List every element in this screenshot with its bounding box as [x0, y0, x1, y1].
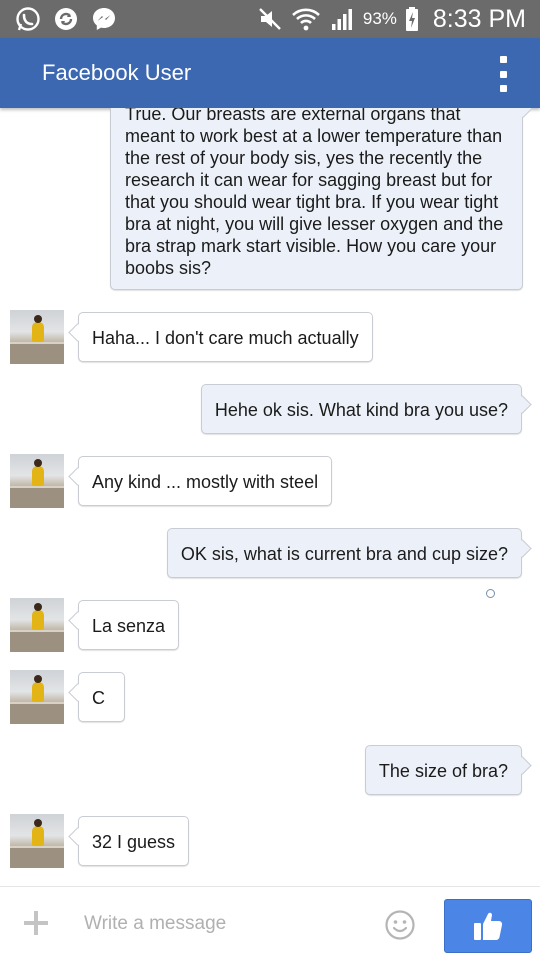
thumbs-up-icon	[474, 912, 503, 940]
mute-icon	[259, 8, 281, 30]
wifi-icon	[291, 8, 320, 31]
battery-charging-icon	[405, 7, 418, 31]
incoming-message[interactable]: Haha... I don't care much actually	[78, 312, 373, 362]
message-list[interactable]: True. Our breasts are external organs th…	[0, 108, 540, 886]
message-text: The size of bra?	[378, 761, 508, 781]
clock: 8:33 PM	[432, 4, 526, 33]
message-text: C	[92, 688, 105, 708]
incoming-message[interactable]: La senza	[78, 600, 180, 650]
signal-icon	[331, 9, 352, 30]
system-icons: 93% 8:33 PM	[257, 0, 526, 38]
incoming-message[interactable]: 32 I guess	[78, 816, 190, 866]
battery-percent: 93%	[362, 9, 397, 28]
message-text: La senza	[92, 616, 166, 636]
avatar[interactable]	[10, 670, 64, 724]
status-bar: 93% 8:33 PM	[0, 0, 540, 38]
outgoing-message[interactable]: Hehe ok sis. What kind bra you use?	[200, 384, 522, 434]
menu-dot	[499, 85, 507, 92]
menu-dot	[499, 70, 507, 78]
avatar[interactable]	[10, 598, 64, 652]
message-text: True. Our breasts are external organs th…	[125, 108, 504, 278]
message-text: Haha... I don't care much actually	[92, 328, 359, 348]
outgoing-message[interactable]: True. Our breasts are external organs th…	[110, 108, 523, 290]
conversation-header: Facebook User	[0, 38, 540, 108]
seen-indicator	[486, 589, 495, 598]
whatsapp-icon	[16, 7, 40, 31]
plus-icon[interactable]	[22, 909, 50, 937]
message-composer	[0, 886, 540, 960]
notification-icons	[14, 5, 118, 33]
conversation-title[interactable]: Facebook User	[42, 60, 191, 86]
messenger-icon	[93, 8, 115, 30]
message-text: Any kind ... mostly with steel	[92, 472, 319, 492]
avatar[interactable]	[10, 310, 64, 364]
outgoing-message[interactable]: The size of bra?	[364, 745, 522, 795]
avatar[interactable]	[10, 454, 64, 508]
message-text: OK sis, what is current bra and cup size…	[180, 544, 508, 564]
message-text: Hehe ok sis. What kind bra you use?	[214, 400, 508, 420]
message-input[interactable]	[84, 907, 364, 941]
outgoing-message[interactable]: OK sis, what is current bra and cup size…	[166, 528, 522, 578]
like-send-button[interactable]	[444, 899, 532, 953]
incoming-message[interactable]: C	[78, 672, 125, 722]
smiley-icon[interactable]	[384, 909, 416, 941]
menu-dot	[499, 56, 507, 63]
incoming-message[interactable]: Any kind ... mostly with steel	[78, 456, 333, 506]
sync-icon	[55, 8, 77, 30]
avatar[interactable]	[10, 814, 64, 868]
overflow-menu-icon[interactable]	[496, 56, 510, 92]
message-text: 32 I guess	[92, 832, 176, 852]
